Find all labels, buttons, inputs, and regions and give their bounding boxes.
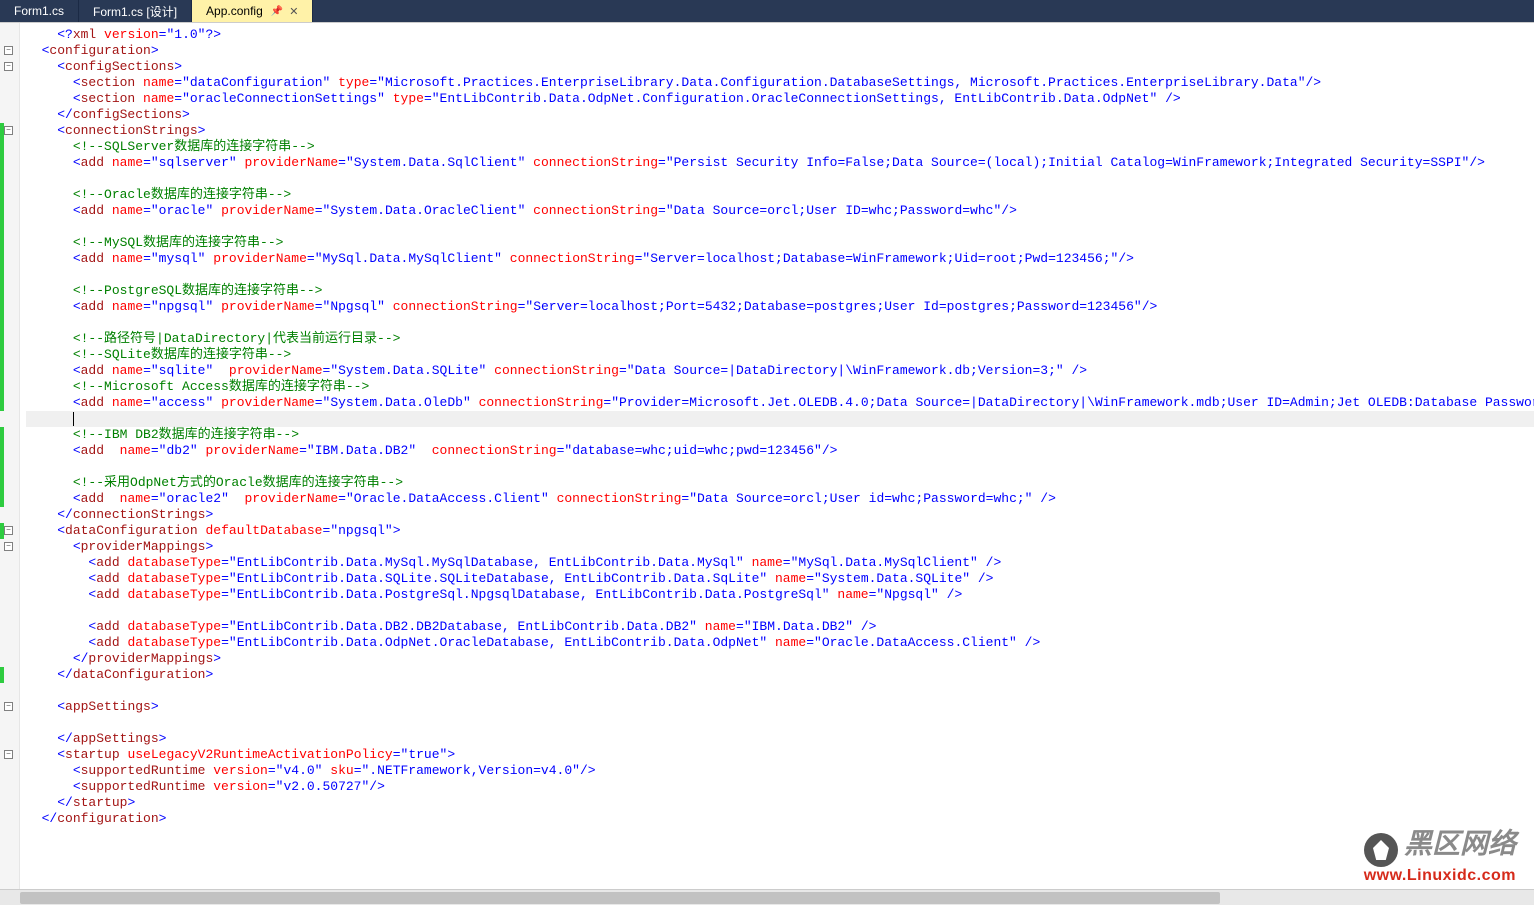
code-line[interactable]: <supportedRuntime version="v4.0" sku=".N… (26, 763, 1534, 779)
code-line[interactable]: <section name="dataConfiguration" type="… (26, 75, 1534, 91)
code-line[interactable] (26, 459, 1534, 475)
scrollbar-thumb[interactable] (20, 892, 1220, 904)
code-line[interactable] (26, 315, 1534, 331)
code-line[interactable]: <!--Microsoft Access数据库的连接字符串--> (26, 379, 1534, 395)
code-area[interactable]: <?xml version="1.0"?> <configuration> <c… (20, 23, 1534, 901)
fold-toggle[interactable]: − (4, 702, 13, 711)
change-marker (0, 459, 4, 475)
change-marker (0, 475, 4, 491)
editor: − − − − − − − <?xml version="1.0"?> <configura… (0, 22, 1534, 901)
change-marker (0, 523, 4, 539)
horizontal-scrollbar[interactable] (0, 889, 1534, 905)
change-marker (0, 123, 4, 139)
code-line[interactable]: <add databaseType="EntLibContrib.Data.Po… (26, 587, 1534, 603)
change-marker (0, 347, 4, 363)
code-line[interactable] (26, 171, 1534, 187)
tab-form1-designer[interactable]: Form1.cs [设计] (79, 0, 192, 22)
code-line[interactable]: <section name="oracleConnectionSettings"… (26, 91, 1534, 107)
change-marker (0, 219, 4, 235)
tab-app-config[interactable]: App.config 📌 ✕ (192, 0, 313, 22)
tab-label: Form1.cs [设计] (93, 3, 177, 20)
fold-toggle[interactable]: − (4, 750, 13, 759)
code-line[interactable]: <dataConfiguration defaultDatabase="npgs… (26, 523, 1534, 539)
code-line[interactable]: <!--SQLite数据库的连接字符串--> (26, 347, 1534, 363)
tab-form1-cs[interactable]: Form1.cs (0, 0, 79, 22)
code-line[interactable]: <add databaseType="EntLibContrib.Data.SQ… (26, 571, 1534, 587)
code-line[interactable]: <add databaseType="EntLibContrib.Data.Od… (26, 635, 1534, 651)
change-marker (0, 315, 4, 331)
code-line[interactable]: <?xml version="1.0"?> (26, 27, 1534, 43)
fold-toggle[interactable]: − (4, 126, 13, 135)
code-line[interactable]: </configSections> (26, 107, 1534, 123)
code-line[interactable]: </configuration> (26, 811, 1534, 827)
code-line[interactable]: <add name="oracle" providerName="System.… (26, 203, 1534, 219)
pin-icon[interactable]: 📌 (271, 6, 283, 17)
change-marker (0, 251, 4, 267)
code-line[interactable]: <configuration> (26, 43, 1534, 59)
change-marker (0, 379, 4, 395)
change-marker (0, 331, 4, 347)
code-line[interactable]: <add name="npgsql" providerName="Npgsql"… (26, 299, 1534, 315)
code-line[interactable]: <!--PostgreSQL数据库的连接字符串--> (26, 283, 1534, 299)
code-line[interactable]: </startup> (26, 795, 1534, 811)
code-line[interactable] (26, 603, 1534, 619)
change-marker (0, 139, 4, 155)
fold-toggle[interactable]: − (4, 62, 13, 71)
change-marker (0, 427, 4, 443)
code-line[interactable]: <startup useLegacyV2RuntimeActivationPol… (26, 747, 1534, 763)
change-marker (0, 283, 4, 299)
change-marker (0, 395, 4, 411)
code-line[interactable]: <!--MySQL数据库的连接字符串--> (26, 235, 1534, 251)
tab-label: App.config (206, 4, 263, 18)
change-marker (0, 203, 4, 219)
fold-toggle[interactable]: − (4, 526, 13, 535)
change-marker (0, 491, 4, 507)
code-line[interactable]: <add name="sqlserver" providerName="Syst… (26, 155, 1534, 171)
change-marker (0, 443, 4, 459)
close-icon[interactable]: ✕ (289, 5, 298, 18)
code-line[interactable]: <add databaseType="EntLibContrib.Data.My… (26, 555, 1534, 571)
code-line[interactable] (26, 219, 1534, 235)
change-marker (0, 267, 4, 283)
tab-bar: Form1.cs Form1.cs [设计] App.config 📌 ✕ (0, 0, 1534, 22)
code-line[interactable]: <!--采用OdpNet方式的Oracle数据库的连接字符串--> (26, 475, 1534, 491)
code-line[interactable]: <add name="access" providerName="System.… (26, 395, 1534, 411)
code-line[interactable] (26, 715, 1534, 731)
change-marker (0, 235, 4, 251)
code-line[interactable]: <add databaseType="EntLibContrib.Data.DB… (26, 619, 1534, 635)
change-marker (0, 171, 4, 187)
code-line[interactable]: <connectionStrings> (26, 123, 1534, 139)
code-line[interactable]: <!--路径符号|DataDirectory|代表当前运行目录--> (26, 331, 1534, 347)
fold-toggle[interactable]: − (4, 46, 13, 55)
fold-toggle[interactable]: − (4, 542, 13, 551)
tab-label: Form1.cs (14, 4, 64, 18)
change-marker (0, 667, 4, 683)
fold-gutter: − − − − − − − (0, 23, 20, 901)
code-line[interactable]: <add name="mysql" providerName="MySql.Da… (26, 251, 1534, 267)
code-line[interactable] (26, 411, 1534, 427)
code-line[interactable]: <add name="oracle2" providerName="Oracle… (26, 491, 1534, 507)
code-line[interactable]: </appSettings> (26, 731, 1534, 747)
code-line[interactable] (26, 267, 1534, 283)
code-line[interactable]: </dataConfiguration> (26, 667, 1534, 683)
code-line[interactable]: <!--IBM DB2数据库的连接字符串--> (26, 427, 1534, 443)
change-marker (0, 299, 4, 315)
change-marker (0, 363, 4, 379)
code-line[interactable]: </connectionStrings> (26, 507, 1534, 523)
code-line[interactable]: <appSettings> (26, 699, 1534, 715)
code-line[interactable]: <add name="db2" providerName="IBM.Data.D… (26, 443, 1534, 459)
code-line[interactable]: <add name="sqlite" providerName="System.… (26, 363, 1534, 379)
code-line[interactable]: </providerMappings> (26, 651, 1534, 667)
change-marker (0, 155, 4, 171)
code-line[interactable]: <configSections> (26, 59, 1534, 75)
code-line[interactable] (26, 683, 1534, 699)
change-marker (0, 187, 4, 203)
code-line[interactable]: <providerMappings> (26, 539, 1534, 555)
code-line[interactable]: <!--SQLServer数据库的连接字符串--> (26, 139, 1534, 155)
code-line[interactable]: <!--Oracle数据库的连接字符串--> (26, 187, 1534, 203)
code-line[interactable]: <supportedRuntime version="v2.0.50727"/> (26, 779, 1534, 795)
